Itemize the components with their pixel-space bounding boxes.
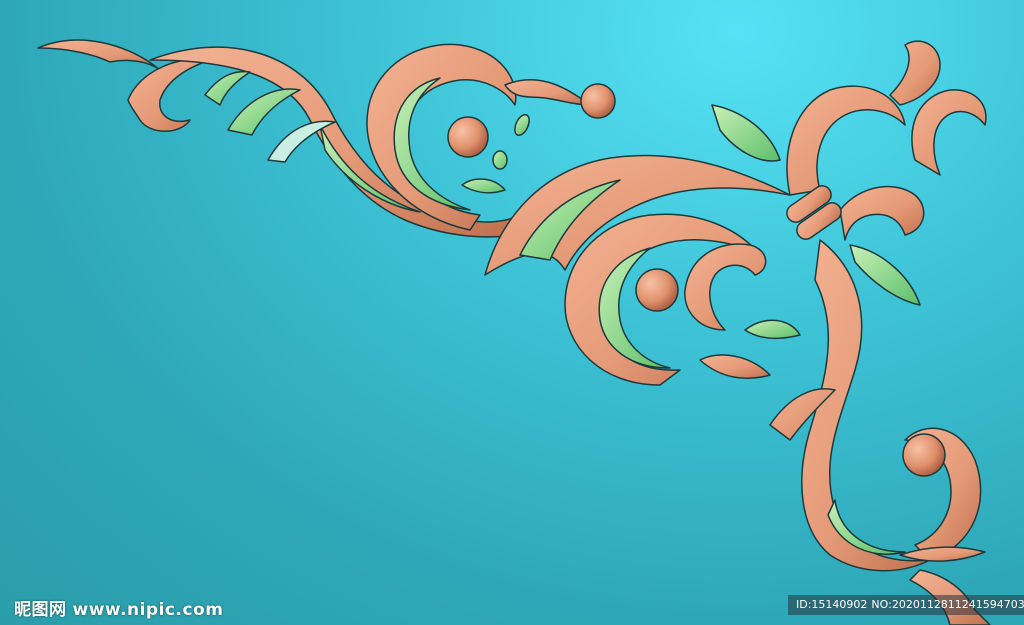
bud-1 [492, 150, 508, 170]
right-top-curl [889, 40, 941, 106]
watermark-brand: 昵图网 [14, 600, 67, 620]
id-bar: ID:15140902 NO:20201128112415947035 [788, 595, 1024, 615]
right-far-curl [911, 89, 987, 176]
right-lower-leaf [849, 244, 921, 306]
bottom-leaf [899, 546, 986, 562]
carved-ornament [37, 39, 991, 625]
watermark: 昵图网 www.nipic.com [14, 595, 223, 620]
leaf-green-small-3 [204, 70, 251, 106]
ball-lower [635, 268, 679, 312]
right-upper-scroll [786, 85, 906, 196]
right-leaf-top [711, 104, 781, 162]
id-value: ID:15140902 [796, 598, 868, 611]
no-value: NO:20201128112415947035 [871, 598, 1024, 611]
watermark-url: www.nipic.com [72, 600, 224, 620]
ornament-canvas: 昵图网 www.nipic.com ID:15140902 NO:202011281… [0, 0, 1024, 625]
bud-2 [514, 113, 530, 137]
leaf-left-tip [37, 39, 161, 71]
bud-3 [461, 178, 506, 194]
leaf-green-small-1 [227, 88, 301, 136]
ball-bottom-right [902, 433, 946, 477]
mid-right-leaf-1 [699, 354, 771, 379]
inner-curl [684, 243, 767, 331]
ball-top [580, 83, 616, 119]
upper-scroll [504, 79, 591, 106]
right-inner-scroll [839, 185, 925, 241]
mid-right-leaf-3 [744, 319, 801, 340]
ball-center [447, 116, 489, 158]
leaf-left-curl [127, 58, 211, 132]
